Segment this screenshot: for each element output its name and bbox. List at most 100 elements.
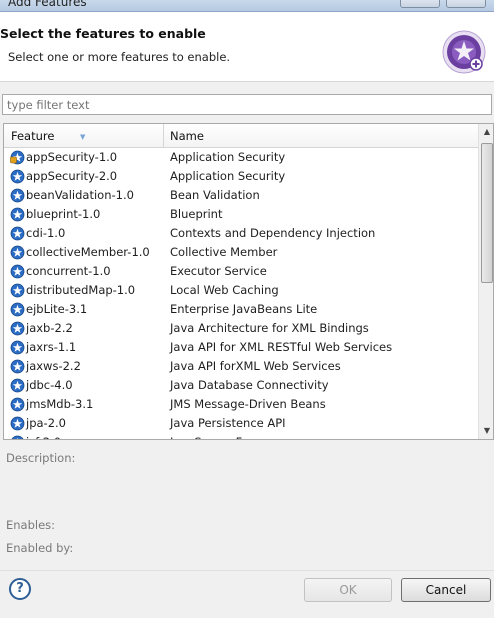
feature-name: Local Web Caching [170, 283, 279, 297]
cancel-button[interactable]: Cancel [401, 578, 491, 602]
feature-id: appSecurity-2.0 [26, 169, 118, 183]
table-row[interactable]: jdbc-4.0 Java Database Connectivity [4, 376, 478, 395]
enabled-by-label: Enabled by: [6, 541, 74, 555]
feature-name: Java API for XML RESTful Web Services [170, 340, 393, 354]
feature-icon [10, 188, 25, 203]
feature-icon [10, 416, 25, 431]
feature-cell: appSecurity-2.0 [4, 167, 164, 186]
add-features-wizard-icon [442, 30, 486, 74]
feature-cell: jaxb-2.2 [4, 319, 164, 338]
name-column-header[interactable]: Name [164, 124, 478, 147]
table-row[interactable]: ejbLite-3.1 Enterprise JavaBeans Lite [4, 300, 478, 319]
feature-cell: concurrent-1.0 [4, 262, 164, 281]
feature-name: Java Architecture for XML Bindings [170, 321, 369, 335]
help-icon: ? [16, 581, 24, 596]
feature-icon [10, 264, 25, 279]
table-body: appSecurity-1.0 Application Security appSe… [4, 148, 478, 439]
feature-locked-icon [10, 150, 25, 165]
dialog-header: Select the features to enable Select one… [0, 12, 494, 82]
table-row[interactable]: beanValidation-1.0 Bean Validation [4, 186, 478, 205]
table-row[interactable]: appSecurity-2.0 Application Security [4, 167, 478, 186]
name-column-label: Name [170, 129, 204, 143]
table-row[interactable]: jpa-2.0 Java Persistence API [4, 414, 478, 433]
table-row[interactable]: jaxws-2.2 Java API forXML Web Services [4, 357, 478, 376]
close-button[interactable] [446, 0, 486, 8]
table-row[interactable]: distributedMap-1.0 Local Web Caching [4, 281, 478, 300]
feature-icon [10, 245, 25, 260]
table-row[interactable]: appSecurity-1.0 Application Security [4, 148, 478, 167]
feature-name: Application Security [170, 150, 286, 164]
feature-cell: jdbc-4.0 [4, 376, 164, 395]
feature-id: cdi-1.0 [26, 226, 66, 240]
feature-id: beanValidation-1.0 [26, 188, 134, 202]
feature-icon [10, 207, 25, 222]
filter-input[interactable] [2, 94, 492, 115]
feature-cell: jmsMdb-3.1 [4, 395, 164, 414]
feature-id: ejbLite-3.1 [26, 302, 88, 316]
maximize-button[interactable] [400, 0, 440, 8]
window-titlebar: Add Features [0, 0, 494, 12]
feature-name: Collective Member [170, 245, 278, 259]
window-title: Add Features [8, 0, 87, 9]
table-row[interactable]: jsf-2.0 JavaServer Faces [4, 433, 478, 439]
ok-button[interactable]: OK [304, 578, 392, 602]
divider [0, 570, 494, 571]
feature-cell: collectiveMember-1.0 [4, 243, 164, 262]
feature-cell: blueprint-1.0 [4, 205, 164, 224]
feature-icon [10, 397, 25, 412]
description-label: Description: [6, 451, 76, 465]
feature-icon [10, 169, 25, 184]
table-row[interactable]: collectiveMember-1.0 Collective Member [4, 243, 478, 262]
features-table: Feature ▼ Name appSecurity-1.0 Applicatio… [3, 123, 494, 440]
feature-id: blueprint-1.0 [26, 207, 101, 221]
feature-icon [10, 378, 25, 393]
feature-icon [10, 302, 25, 317]
feature-icon [10, 321, 25, 336]
vertical-scrollbar[interactable]: ▲ ▼ [478, 124, 493, 439]
feature-id: jpa-2.0 [26, 416, 66, 430]
help-button[interactable]: ? [9, 578, 31, 600]
table-row[interactable]: concurrent-1.0 Executor Service [4, 262, 478, 281]
feature-name: JavaServer Faces [164, 433, 478, 439]
feature-cell: distributedMap-1.0 [4, 281, 164, 300]
feature-icon [10, 283, 25, 298]
sort-indicator-icon: ▼ [80, 133, 86, 141]
feature-id: concurrent-1.0 [26, 264, 111, 278]
feature-icon [11, 435, 24, 439]
feature-name: Bean Validation [170, 188, 260, 202]
feature-name: Java Persistence API [170, 416, 286, 430]
scroll-down-arrow-icon[interactable]: ▼ [479, 423, 493, 439]
feature-cell: jaxws-2.2 [4, 357, 164, 376]
feature-name: Java Database Connectivity [170, 378, 329, 392]
scrollbar-thumb[interactable] [481, 143, 493, 283]
feature-icon [10, 340, 25, 355]
table-row[interactable]: jaxb-2.2 Java Architecture for XML Bindin… [4, 319, 478, 338]
feature-cell: ejbLite-3.1 [4, 300, 164, 319]
feature-icon [10, 359, 25, 374]
feature-id: collectiveMember-1.0 [26, 245, 150, 259]
feature-name: Contexts and Dependency Injection [170, 226, 376, 240]
table-row[interactable]: jaxrs-1.1 Java API for XML RESTful Web Se… [4, 338, 478, 357]
feature-id: jdbc-4.0 [26, 378, 73, 392]
feature-id: jaxrs-1.1 [26, 340, 77, 354]
table-header: Feature ▼ Name [4, 124, 478, 148]
feature-id: jmsMdb-3.1 [26, 397, 94, 411]
feature-name: Blueprint [170, 207, 223, 221]
table-row[interactable]: cdi-1.0 Contexts and Dependency Injection [4, 224, 478, 243]
table-row[interactable]: blueprint-1.0 Blueprint [4, 205, 478, 224]
feature-icon [10, 226, 25, 241]
feature-id: jaxws-2.2 [26, 359, 81, 373]
table-row[interactable]: jmsMdb-3.1 JMS Message-Driven Beans [4, 395, 478, 414]
feature-cell: beanValidation-1.0 [4, 186, 164, 205]
feature-cell: cdi-1.0 [4, 224, 164, 243]
feature-cell: jaxrs-1.1 [4, 338, 164, 357]
feature-id: appSecurity-1.0 [26, 150, 118, 164]
page-subtitle: Select one or more features to enable. [8, 50, 231, 64]
feature-column-header[interactable]: Feature ▼ [4, 124, 164, 147]
feature-cell: appSecurity-1.0 [4, 148, 164, 167]
feature-column-label: Feature [11, 129, 55, 143]
feature-name: Java API forXML Web Services [170, 359, 341, 373]
feature-name: Enterprise JavaBeans Lite [170, 302, 318, 316]
scroll-up-arrow-icon[interactable]: ▲ [479, 124, 493, 140]
feature-id: jsf-2.0 [26, 435, 61, 439]
